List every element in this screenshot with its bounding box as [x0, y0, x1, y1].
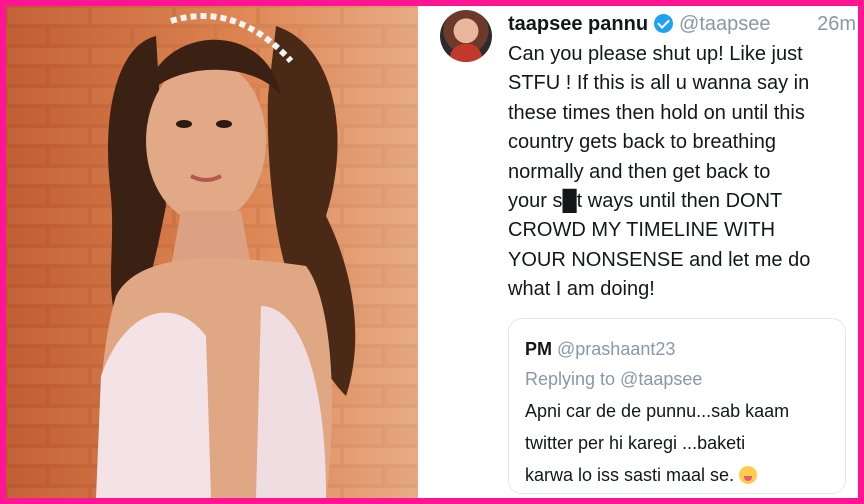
grinning-tongue-emoji-icon	[739, 466, 758, 484]
tweet-text: Can you please shut up! Like just STFU !…	[508, 43, 811, 301]
replying-to-label: Replying to @taapsee	[525, 369, 703, 389]
tweet-header: taapsee pannu @taapsee	[508, 10, 771, 38]
display-name[interactable]: taapsee pannu	[508, 13, 648, 35]
quoted-display-name[interactable]: PM	[525, 339, 552, 359]
collage-frame: taapsee pannu @taapsee 26m Can you please…	[6, 6, 858, 498]
quoted-tweet[interactable]: PM @prashaant23 Replying to @taapsee Apn…	[508, 318, 846, 494]
quoted-tweet-text: Apni car de de punnu...sab kaam twitter …	[525, 395, 835, 491]
verified-badge-icon	[654, 14, 674, 33]
quoted-tweet-header: PM @prashaant23	[525, 337, 675, 361]
quoted-user-handle[interactable]: @prashaant23	[557, 339, 675, 359]
actress-photo	[6, 6, 418, 498]
user-handle[interactable]: @taapsee	[679, 13, 770, 35]
tweet-card: taapsee pannu @taapsee 26m Can you please…	[418, 6, 858, 498]
avatar[interactable]	[440, 10, 492, 62]
tweet-timestamp[interactable]: 26m	[817, 10, 856, 38]
